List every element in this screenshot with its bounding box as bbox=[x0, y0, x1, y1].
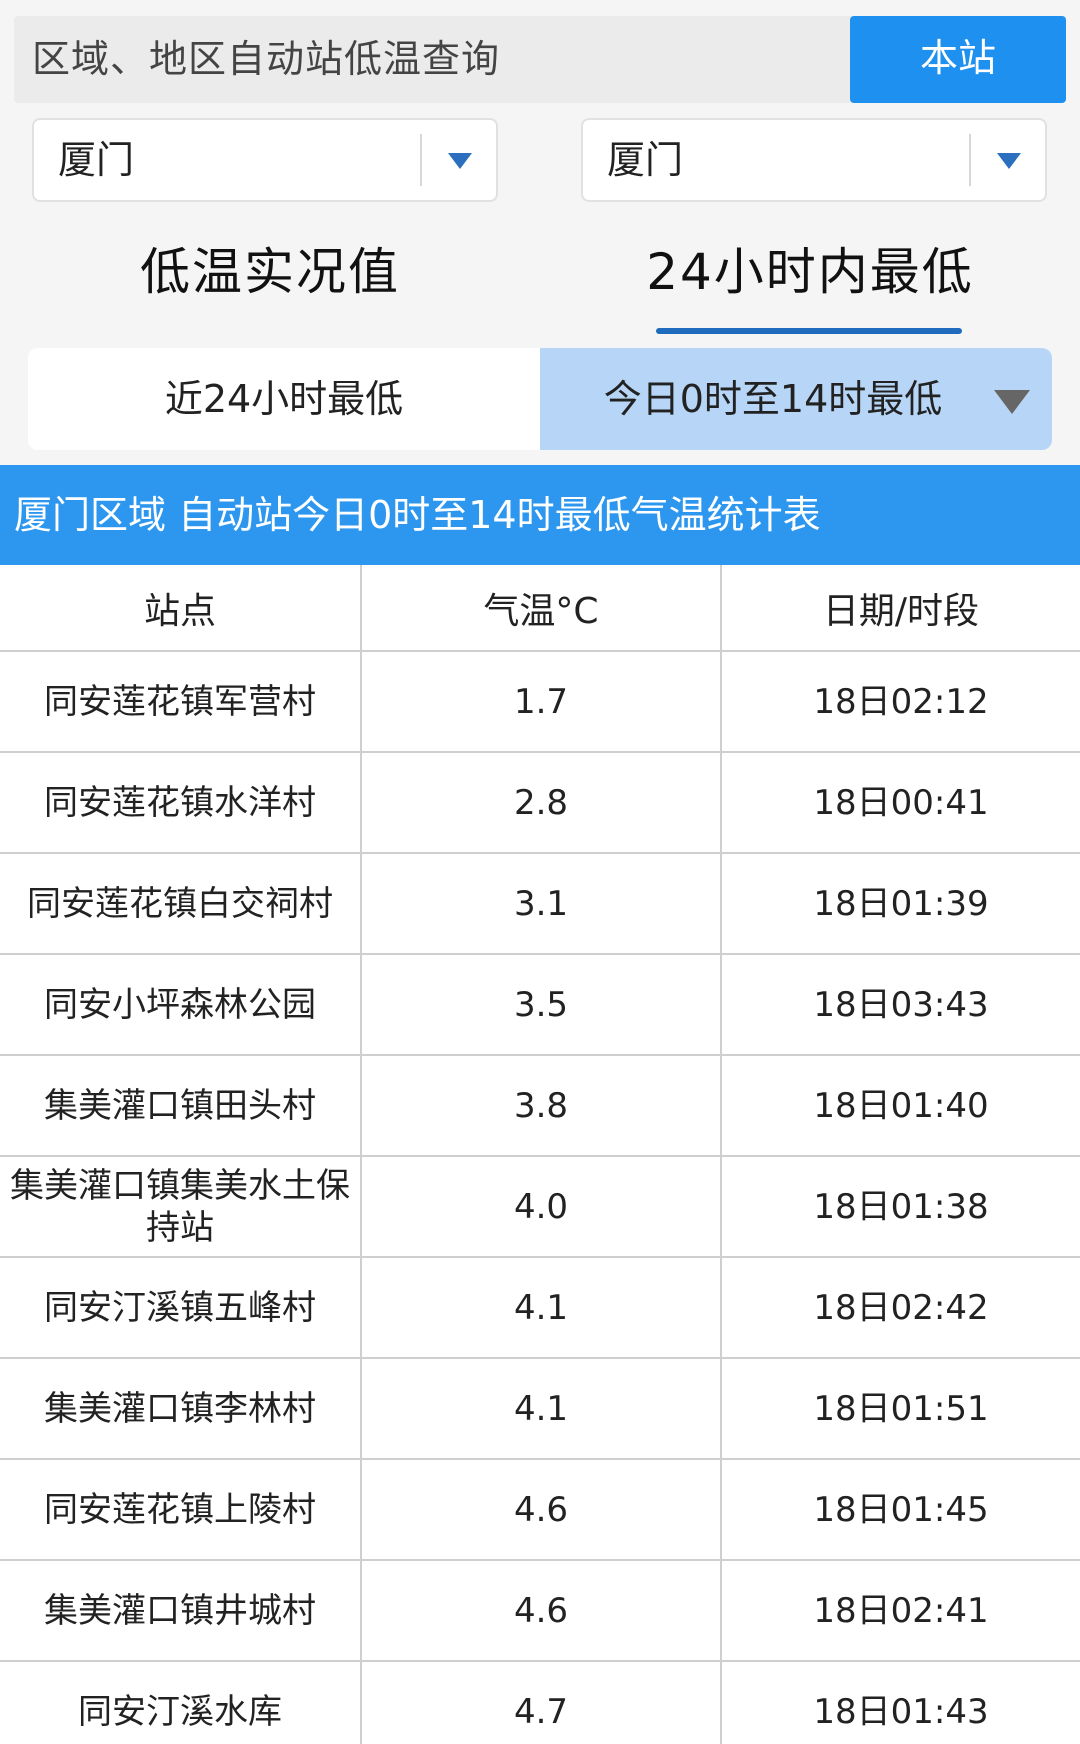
select-divider bbox=[969, 134, 971, 186]
datetime-cell: 18日01:39 bbox=[721, 853, 1080, 955]
station-cell: 同安莲花镇军营村 bbox=[0, 651, 362, 753]
temperature-cell: 4.7 bbox=[361, 1661, 722, 1744]
table-header-row: 站点 气温°C 日期/时段 bbox=[0, 565, 1080, 652]
datetime-cell: 18日03:43 bbox=[721, 954, 1080, 1056]
station-cell: 同安莲花镇水洋村 bbox=[0, 752, 362, 854]
table-row: 同安莲花镇白交祠村 3.1 18日01:39 bbox=[0, 853, 1080, 955]
station-cell: 集美灌口镇井城村 bbox=[0, 1560, 362, 1662]
table-row: 同安汀溪镇五峰村 4.1 18日02:42 bbox=[0, 1257, 1080, 1359]
datetime-cell: 18日01:43 bbox=[721, 1661, 1080, 1744]
datetime-cell: 18日00:41 bbox=[721, 752, 1080, 854]
station-cell: 同安汀溪水库 bbox=[0, 1661, 362, 1744]
header-datetime: 日期/时段 bbox=[721, 565, 1080, 652]
table-caption: 厦门区域 自动站今日0时至14时最低气温统计表 bbox=[0, 465, 1080, 565]
table-row: 集美灌口镇李林村 4.1 18日01:51 bbox=[0, 1358, 1080, 1460]
area-select[interactable]: 厦门 bbox=[581, 118, 1047, 202]
table-row: 同安莲花镇水洋村 2.8 18日00:41 bbox=[0, 752, 1080, 854]
dropdown-arrow-icon bbox=[994, 390, 1030, 414]
datetime-cell: 18日02:42 bbox=[721, 1257, 1080, 1359]
select-divider bbox=[420, 134, 422, 186]
station-cell: 同安小坪森林公园 bbox=[0, 954, 362, 1056]
page-title: 区域、地区自动站低温查询 bbox=[32, 37, 501, 81]
header-temperature: 气温°C bbox=[361, 565, 722, 652]
table-row: 集美灌口镇集美水土保持站 4.0 18日01:38 bbox=[0, 1156, 1080, 1258]
station-cell: 同安汀溪镇五峰村 bbox=[0, 1257, 362, 1359]
subtab-today-0-14[interactable]: 今日0时至14时最低 bbox=[540, 348, 1052, 450]
table-row: 集美灌口镇井城村 4.6 18日02:41 bbox=[0, 1560, 1080, 1662]
station-cell: 集美灌口镇田头村 bbox=[0, 1055, 362, 1157]
station-button[interactable]: 本站 bbox=[850, 16, 1066, 103]
temperature-cell: 4.0 bbox=[361, 1156, 722, 1258]
area-select-value: 厦门 bbox=[607, 138, 684, 182]
temperature-cell: 4.6 bbox=[361, 1560, 722, 1662]
datetime-cell: 18日01:38 bbox=[721, 1156, 1080, 1258]
temperature-cell: 3.8 bbox=[361, 1055, 722, 1157]
temperature-cell: 4.6 bbox=[361, 1459, 722, 1561]
tab-low-temp-actual[interactable]: 低温实况值 bbox=[60, 232, 480, 312]
temperature-table: 站点 气温°C 日期/时段 同安莲花镇军营村 1.7 18日02:12 同安莲花… bbox=[0, 565, 1080, 1744]
station-cell: 集美灌口镇李林村 bbox=[0, 1358, 362, 1460]
page: 区域、地区自动站低温查询 本站 厦门 厦门 低温实况值 24小时内最低 近24小… bbox=[0, 0, 1080, 1744]
tab-24h-lowest[interactable]: 24小时内最低 bbox=[590, 232, 1030, 312]
header-station: 站点 bbox=[0, 565, 362, 652]
active-tab-indicator bbox=[656, 328, 962, 334]
table-row: 同安汀溪水库 4.7 18日01:43 bbox=[0, 1661, 1080, 1744]
temperature-cell: 3.5 bbox=[361, 954, 722, 1056]
subtab-bar: 近24小时最低 今日0时至14时最低 bbox=[28, 348, 1052, 450]
region-select[interactable]: 厦门 bbox=[32, 118, 498, 202]
query-header: 区域、地区自动站低温查询 本站 bbox=[14, 16, 1066, 103]
station-cell: 集美灌口镇集美水土保持站 bbox=[0, 1156, 362, 1258]
temperature-cell: 4.1 bbox=[361, 1358, 722, 1460]
datetime-cell: 18日02:41 bbox=[721, 1560, 1080, 1662]
chevron-down-icon bbox=[448, 153, 472, 169]
subtab-today-label: 今日0时至14时最低 bbox=[603, 377, 943, 421]
datetime-cell: 18日01:45 bbox=[721, 1459, 1080, 1561]
table-row: 集美灌口镇田头村 3.8 18日01:40 bbox=[0, 1055, 1080, 1157]
datetime-cell: 18日02:12 bbox=[721, 651, 1080, 753]
datetime-cell: 18日01:40 bbox=[721, 1055, 1080, 1157]
temperature-cell: 2.8 bbox=[361, 752, 722, 854]
table-row: 同安莲花镇军营村 1.7 18日02:12 bbox=[0, 651, 1080, 753]
temperature-cell: 4.1 bbox=[361, 1257, 722, 1359]
station-cell: 同安莲花镇上陵村 bbox=[0, 1459, 362, 1561]
chevron-down-icon bbox=[997, 153, 1021, 169]
temperature-cell: 3.1 bbox=[361, 853, 722, 955]
region-select-value: 厦门 bbox=[58, 138, 135, 182]
temperature-cell: 1.7 bbox=[361, 651, 722, 753]
table-row: 同安小坪森林公园 3.5 18日03:43 bbox=[0, 954, 1080, 1056]
station-cell: 同安莲花镇白交祠村 bbox=[0, 853, 362, 955]
table-row: 同安莲花镇上陵村 4.6 18日01:45 bbox=[0, 1459, 1080, 1561]
datetime-cell: 18日01:51 bbox=[721, 1358, 1080, 1460]
subtab-last-24h[interactable]: 近24小时最低 bbox=[28, 348, 540, 450]
